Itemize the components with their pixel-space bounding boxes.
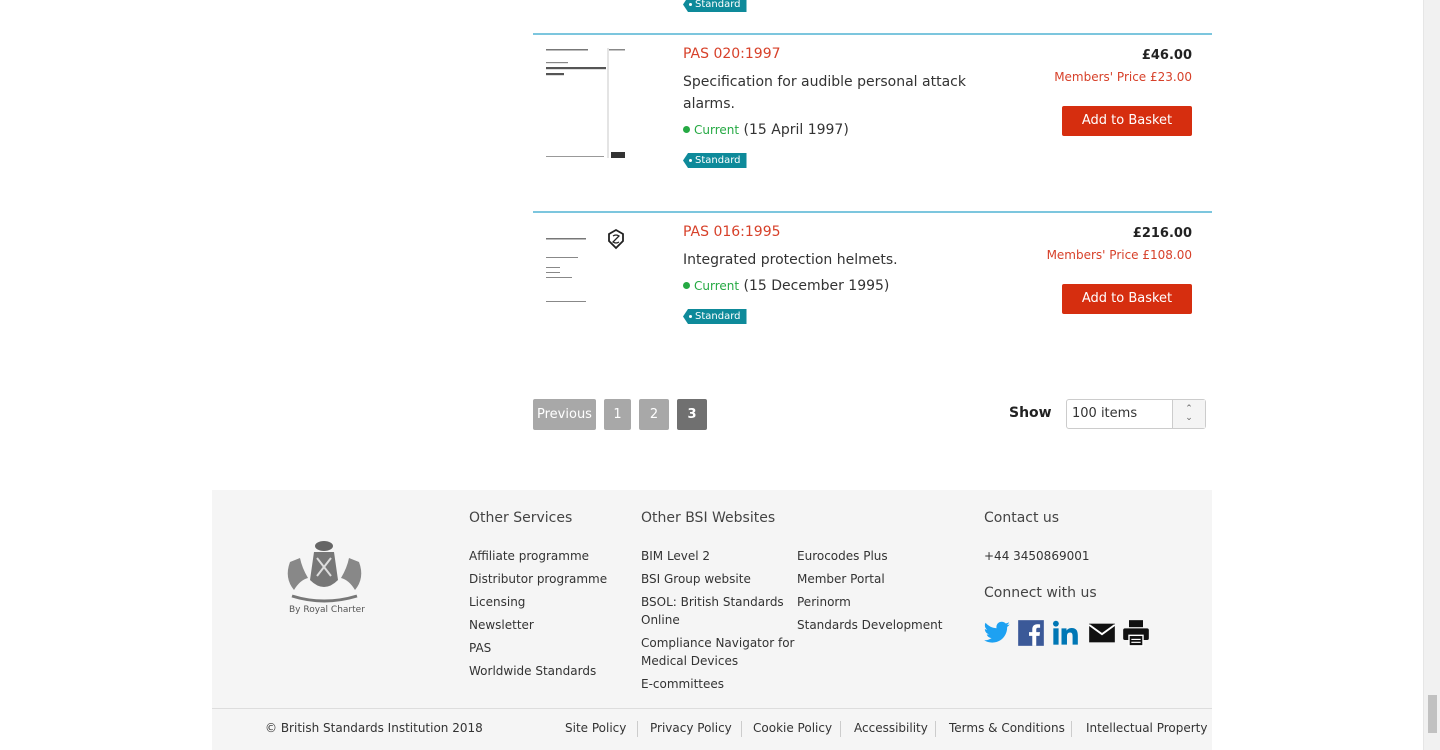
status-date: (15 December 1995) — [743, 278, 890, 294]
bsi-crest-logo[interactable]: By Royal Charter — [282, 538, 367, 623]
product-description: Specification for audible personal attac… — [683, 74, 966, 112]
page-3-button[interactable]: 3 — [677, 399, 707, 430]
members-price: Members' Price £23.00 — [1054, 70, 1192, 84]
product-thumbnail[interactable] — [545, 46, 630, 161]
add-to-basket-button[interactable]: Add to Basket — [1062, 284, 1192, 314]
email-icon[interactable] — [1088, 619, 1116, 647]
select-arrows-icon[interactable]: ⌃ ⌄ — [1172, 400, 1205, 428]
facebook-icon[interactable] — [1017, 619, 1045, 647]
product-status: Current (15 December 1995) — [683, 278, 889, 294]
twitter-icon[interactable] — [983, 619, 1011, 647]
copyright: © British Standards Institution 2018 — [265, 721, 483, 735]
divider — [637, 721, 638, 737]
product-price: £46.00 — [1141, 48, 1192, 63]
royal-crest-icon — [287, 541, 362, 603]
page-1-button[interactable]: 1 — [604, 399, 631, 430]
divider — [840, 721, 841, 737]
product-thumbnail[interactable] — [545, 225, 630, 340]
items-per-page-value: 100 items — [1072, 406, 1138, 421]
status-current: Current — [694, 279, 740, 293]
footer-link-distributor[interactable]: Distributor programme — [469, 570, 607, 588]
intellectual-property-link[interactable]: Intellectual Property — [1086, 721, 1207, 735]
scrollbar-thumb[interactable] — [1428, 695, 1437, 733]
document-cover-image — [545, 225, 630, 340]
product-description: Integrated protection helmets. — [683, 252, 898, 268]
standard-tag: Standard — [683, 0, 747, 12]
other-services-title: Other Services — [469, 510, 573, 526]
other-websites-title: Other BSI Websites — [641, 510, 776, 526]
items-per-page-select[interactable]: 100 items ⌃ ⌄ — [1066, 399, 1206, 429]
site-policy-link[interactable]: Site Policy — [565, 721, 626, 735]
members-price: Members' Price £108.00 — [1046, 248, 1192, 262]
add-to-basket-button[interactable]: Add to Basket — [1062, 106, 1192, 136]
footer-link-newsletter[interactable]: Newsletter — [469, 616, 534, 634]
print-icon[interactable] — [1122, 619, 1150, 647]
footer-bottom-bar: © British Standards Institution 2018 Sit… — [212, 708, 1212, 750]
footer-link-pas[interactable]: PAS — [469, 639, 491, 657]
footer-link-affiliate[interactable]: Affiliate programme — [469, 547, 589, 565]
divider — [1071, 721, 1072, 737]
show-label: Show — [1009, 405, 1052, 421]
footer-link-bsi-group[interactable]: BSI Group website — [641, 570, 751, 588]
footer-link-bim[interactable]: BIM Level 2 — [641, 547, 710, 565]
contact-phone[interactable]: +44 3450869001 — [984, 547, 1090, 565]
privacy-policy-link[interactable]: Privacy Policy — [650, 721, 732, 735]
product-price: £216.00 — [1132, 226, 1192, 241]
status-date: (15 April 1997) — [743, 122, 849, 138]
terms-link[interactable]: Terms & Conditions — [949, 721, 1065, 735]
product-code-link[interactable]: PAS 016:1995 — [683, 224, 781, 240]
footer-link-compliance[interactable]: Compliance Navigator for — [641, 634, 794, 652]
status-dot-icon — [683, 126, 690, 133]
footer-link-eurocodes[interactable]: Eurocodes Plus — [797, 547, 888, 565]
status-current: Current — [694, 123, 740, 137]
document-cover-image — [545, 46, 630, 161]
linkedin-icon[interactable] — [1051, 619, 1079, 647]
footer-link-worldwide[interactable]: Worldwide Standards — [469, 662, 596, 680]
footer-link-perinorm[interactable]: Perinorm — [797, 593, 851, 611]
standard-tag: Standard — [683, 309, 747, 324]
page-2-button[interactable]: 2 — [639, 399, 669, 430]
standard-tag: Standard — [683, 153, 747, 168]
footer-link-medical[interactable]: Medical Devices — [641, 652, 738, 670]
previous-page-button[interactable]: Previous — [533, 399, 596, 430]
connect-title: Connect with us — [984, 585, 1097, 601]
contact-title: Contact us — [984, 510, 1060, 526]
cookie-policy-link[interactable]: Cookie Policy — [753, 721, 832, 735]
footer-link-standards-dev[interactable]: Standards Development — [797, 616, 942, 634]
vertical-scrollbar[interactable] — [1423, 0, 1440, 750]
footer-link-ecommittees[interactable]: E-committees — [641, 675, 724, 693]
accessibility-link[interactable]: Accessibility — [854, 721, 928, 735]
footer-link-bsol[interactable]: BSOL: British Standards — [641, 593, 784, 611]
divider — [935, 721, 936, 737]
logo-caption: By Royal Charter — [289, 605, 365, 615]
footer-link-licensing[interactable]: Licensing — [469, 593, 525, 611]
footer-link-bsol-online[interactable]: Online — [641, 611, 680, 629]
divider — [741, 721, 742, 737]
status-dot-icon — [683, 282, 690, 289]
product-status: Current (15 April 1997) — [683, 122, 849, 138]
footer-link-member-portal[interactable]: Member Portal — [797, 570, 885, 588]
product-code-link[interactable]: PAS 020:1997 — [683, 46, 781, 62]
